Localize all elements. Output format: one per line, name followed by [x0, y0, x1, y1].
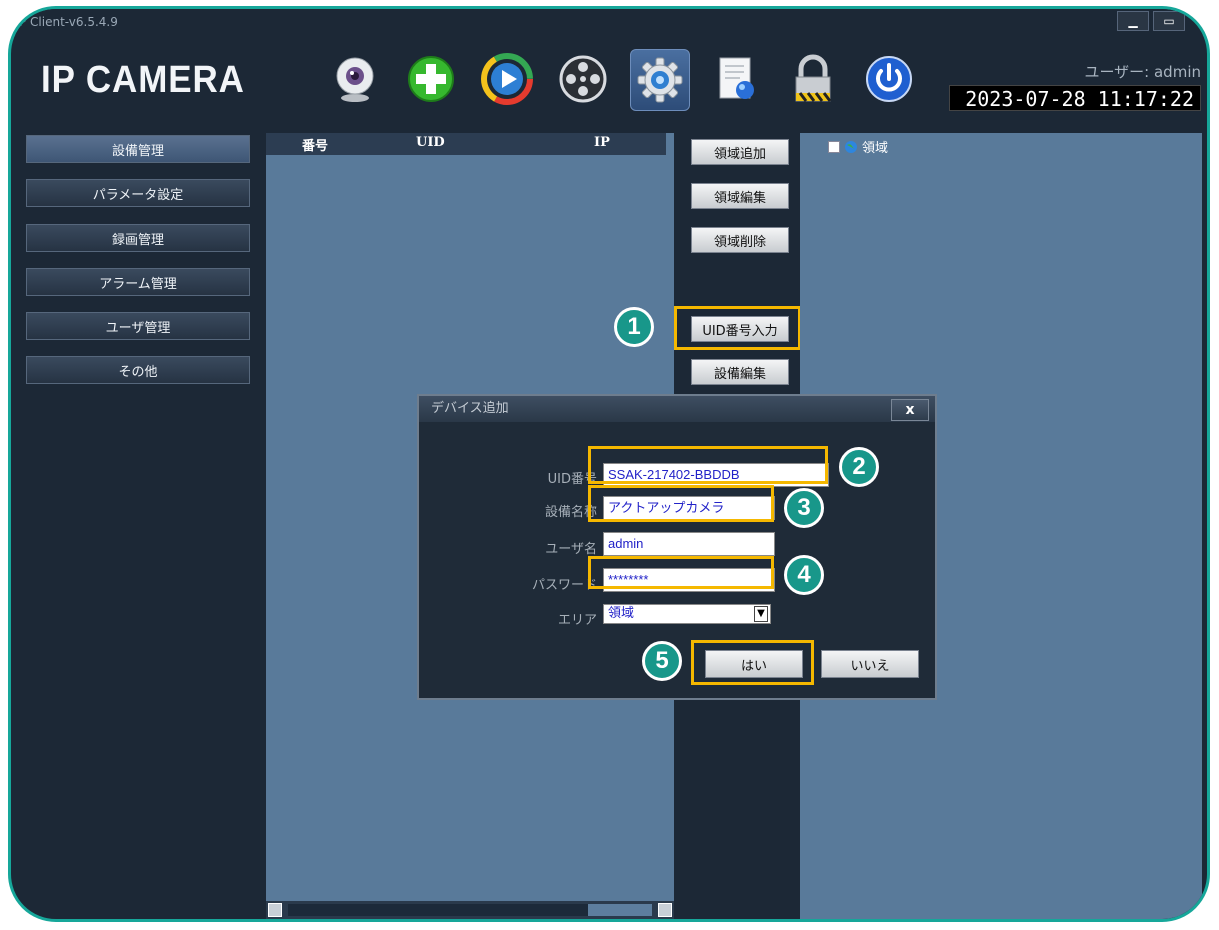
- step-badge-1: 1: [614, 307, 654, 347]
- minimize-icon[interactable]: ▁: [1117, 11, 1149, 31]
- window-controls: ▁ ▭: [1117, 11, 1185, 31]
- edit-device-button[interactable]: 設備編集: [691, 359, 789, 385]
- highlight-password: [588, 556, 774, 589]
- device-list-header: 番号 UID IP: [266, 133, 666, 155]
- edit-area-button[interactable]: 領域編集: [691, 183, 789, 209]
- area-select[interactable]: 領域 ▼: [603, 604, 771, 624]
- username-label: ユーザ名: [545, 542, 597, 557]
- area-select-value: 領域: [608, 606, 635, 621]
- highlight-device-name: [588, 485, 774, 522]
- column-uid[interactable]: UID: [416, 135, 445, 150]
- globe-icon: [845, 140, 857, 153]
- settings-gear-icon[interactable]: [630, 49, 690, 111]
- add-icon[interactable]: [402, 49, 460, 109]
- window-title: P Client-v6.5.4.9: [19, 15, 118, 29]
- sidebar-item-recording-management[interactable]: 録画管理: [26, 224, 250, 252]
- step-badge-2: 2: [839, 447, 879, 487]
- tree-checkbox[interactable]: [828, 140, 840, 153]
- sidebar-item-device-management[interactable]: 設備管理: [26, 135, 250, 163]
- maximize-icon[interactable]: ▭: [1153, 11, 1185, 31]
- sidebar-item-other[interactable]: その他: [26, 356, 250, 384]
- highlight-uid-input: [674, 306, 801, 350]
- title-bar: P Client-v6.5.4.9 ▁ ▭: [11, 9, 1207, 35]
- sidebar-item-alarm-management[interactable]: アラーム管理: [26, 268, 250, 296]
- column-ip[interactable]: IP: [594, 135, 610, 150]
- horizontal-scrollbar[interactable]: [266, 901, 674, 919]
- document-search-icon[interactable]: [708, 49, 766, 109]
- username-field[interactable]: admin: [603, 532, 775, 556]
- device-name-label: 設備名称: [544, 505, 597, 520]
- close-icon[interactable]: x: [891, 399, 929, 421]
- sidebar-item-user-management[interactable]: ユーザ管理: [26, 312, 250, 340]
- add-area-button[interactable]: 領域追加: [691, 139, 789, 165]
- step-badge-3: 3: [784, 488, 824, 528]
- highlight-ok-button: [691, 640, 814, 685]
- datetime-display: 2023-07-28 11:17:22: [949, 85, 1201, 111]
- scrollbar-thumb[interactable]: [288, 904, 588, 916]
- main-toolbar: [326, 49, 918, 111]
- sidebar-item-parameter-settings[interactable]: パラメータ設定: [26, 179, 250, 207]
- area-label: エリア: [557, 613, 597, 628]
- tree-root-label: 領域: [862, 141, 889, 156]
- dropdown-arrow-icon[interactable]: ▼: [754, 606, 768, 622]
- webcam-icon[interactable]: [326, 49, 384, 109]
- step-badge-5: 5: [642, 641, 682, 681]
- app-window: P Client-v6.5.4.9 ▁ ▭ IP CAMERA ユーザー: ad…: [8, 6, 1210, 922]
- film-reel-icon[interactable]: [554, 49, 612, 109]
- scroll-right-icon[interactable]: [658, 903, 672, 917]
- cancel-button[interactable]: いいえ: [821, 650, 919, 678]
- current-user: ユーザー: admin: [1084, 63, 1201, 81]
- uid-label: UID番号: [547, 472, 597, 487]
- delete-area-button[interactable]: 領域削除: [691, 227, 789, 253]
- column-number[interactable]: 番号: [302, 135, 328, 154]
- scroll-left-icon[interactable]: [268, 903, 282, 917]
- play-icon[interactable]: [478, 49, 536, 109]
- power-icon[interactable]: [860, 49, 918, 109]
- highlight-uid-field: [588, 446, 828, 484]
- step-badge-4: 4: [784, 555, 824, 595]
- scrollbar-track[interactable]: [588, 904, 652, 916]
- password-label: パスワード: [531, 578, 597, 593]
- tree-root[interactable]: 領域: [828, 137, 888, 156]
- app-logo: IP CAMERA: [41, 59, 245, 101]
- dialog-title: デバイス追加: [419, 396, 935, 422]
- lock-icon[interactable]: [784, 49, 842, 109]
